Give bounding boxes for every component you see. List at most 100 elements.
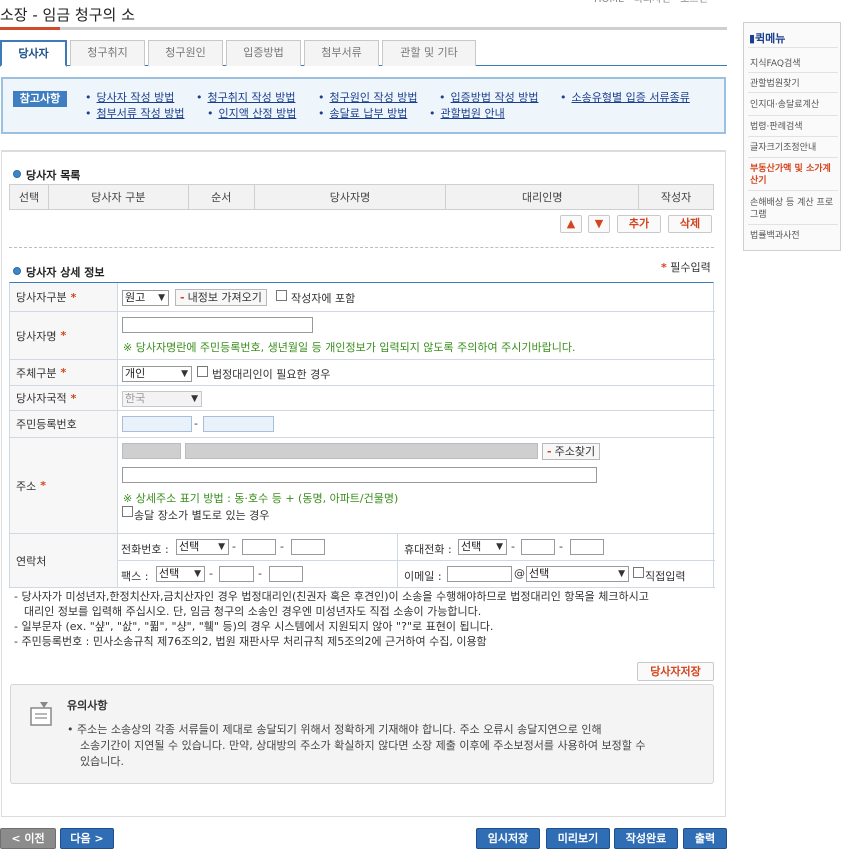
party-name-input[interactable] bbox=[122, 317, 313, 333]
row-address: 주소* -주소찾기 ※ 상세주소 표기 방법 : 동·호수 등 + (동명, 아… bbox=[10, 438, 715, 534]
qm-font-size-guide[interactable]: 글자크기조정안내 bbox=[750, 142, 836, 154]
caution-title: 유의사항 bbox=[67, 697, 107, 713]
qm-faq-search[interactable]: 지식FAQ검색 bbox=[750, 58, 836, 70]
tab-claim-cause[interactable]: 청구원인 bbox=[148, 40, 223, 66]
reference-label: 참고사항 bbox=[13, 91, 67, 107]
qm-law-encyclopedia[interactable]: 법률백과사전 bbox=[750, 230, 836, 242]
col-agent-name: 대리인명 bbox=[446, 185, 639, 210]
note-line-2: 대리인 정보를 입력해 주십시오. 단, 임금 청구의 소송인 경우엔 미성년자… bbox=[24, 605, 481, 618]
save-party-button[interactable]: 당사자저장 bbox=[637, 662, 714, 681]
chevron-down-icon: ▼ bbox=[194, 567, 201, 581]
chevron-down-icon: ▼ bbox=[496, 540, 503, 554]
link-evidence-docs[interactable]: 소송유형별 입증 서류종류 bbox=[560, 89, 690, 105]
link-attachment-guide[interactable]: 첨부서류 작성 방법 bbox=[85, 105, 184, 121]
chevron-down-icon: ▼ bbox=[595, 217, 603, 230]
resident-no-back-input[interactable] bbox=[203, 416, 274, 432]
include-author-label: 작성자에 포함 bbox=[291, 290, 355, 306]
legal-rep-checkbox[interactable] bbox=[197, 366, 208, 377]
qm-property-calculator[interactable]: 부동산가액 및 소가계산기 bbox=[750, 163, 836, 187]
load-my-info-button[interactable]: -내정보 가져오기 bbox=[175, 289, 267, 306]
mobile-dash-1: - bbox=[511, 540, 515, 553]
label-party-name: 당사자명* bbox=[10, 312, 118, 359]
fax-mid-input[interactable] bbox=[219, 566, 254, 582]
delivery-place-checkbox[interactable] bbox=[122, 506, 133, 517]
party-name-note: ※ 당사자명란에 주민등록번호, 생년월일 등 개인정보가 입력되지 않도록 주… bbox=[123, 339, 575, 355]
delivery-place-label: 송달 장소가 별도로 있는 경우 bbox=[134, 507, 269, 523]
qm-fee-calculator[interactable]: 인지대·송달료계산 bbox=[750, 99, 836, 111]
include-author-checkbox[interactable] bbox=[276, 290, 287, 301]
move-down-button[interactable]: ▼ bbox=[588, 215, 610, 233]
required-legend: * 필수입력 bbox=[661, 259, 711, 275]
qm-law-search[interactable]: 법령·판례검색 bbox=[750, 121, 836, 133]
qm-court-finder[interactable]: 관할법원찾기 bbox=[750, 78, 836, 90]
label-party-type: 당사자구분* bbox=[10, 283, 118, 311]
email-direct-checkbox[interactable] bbox=[633, 567, 644, 578]
quick-menu-title: ▮퀵메뉴 bbox=[749, 30, 785, 46]
link-party-guide[interactable]: 당사자 작성 방법 bbox=[85, 89, 174, 105]
email-domain-select[interactable]: 선택▼ bbox=[526, 566, 629, 582]
complete-button[interactable]: 작성완료 bbox=[614, 828, 678, 849]
top-utility-nav: HOME · 나의사건 · 로그인 bbox=[594, 0, 734, 6]
label-address: 주소* bbox=[10, 438, 118, 533]
caution-line-1: • 주소는 소송상의 각종 서류들이 제대로 송달되기 위해서 정확하게 기재해… bbox=[67, 721, 602, 737]
phone-mid-input[interactable] bbox=[242, 539, 276, 555]
chevron-down-icon: ▼ bbox=[191, 392, 198, 406]
next-button[interactable]: 다음 > bbox=[60, 828, 114, 849]
tab-jurisdiction[interactable]: 관할 및 기타 bbox=[382, 40, 476, 66]
nationality-select[interactable]: 한국▼ bbox=[122, 391, 202, 407]
row-resident-no: 주민등록번호 - bbox=[10, 411, 715, 438]
qm-damages-calculator[interactable]: 손해배상 등 계산 프로그램 bbox=[750, 197, 836, 221]
email-id-input[interactable] bbox=[447, 566, 512, 582]
entity-type-select[interactable]: 개인▼ bbox=[122, 366, 192, 382]
mobile-prefix-select[interactable]: 선택▼ bbox=[458, 539, 507, 555]
tab-claim-purpose[interactable]: 청구취지 bbox=[70, 40, 145, 66]
fax-area-select[interactable]: 선택▼ bbox=[156, 566, 205, 582]
quick-menu: ▮퀵메뉴 지식FAQ검색 관할법원찾기 인지대·송달료계산 법령·판례검색 글자… bbox=[743, 22, 841, 251]
base-address-input[interactable] bbox=[185, 443, 538, 459]
mobile-last-input[interactable] bbox=[570, 539, 604, 555]
temp-save-button[interactable]: 임시저장 bbox=[476, 828, 540, 849]
row-nationality: 당사자국적* 한국▼ bbox=[10, 386, 715, 411]
party-list-title: 당사자 목록 bbox=[13, 167, 80, 183]
address-note: ※ 상세주소 표기 방법 : 동·호수 등 + (동명, 아파트/건물명) bbox=[123, 490, 398, 506]
chevron-down-icon: ▼ bbox=[618, 567, 625, 581]
phone-last-input[interactable] bbox=[291, 539, 325, 555]
page-title: 소장 - 임금 청구의 소 bbox=[0, 4, 135, 25]
row-contact: 연락처 전화번호 : 선택▼ - - 휴대전화 : 선택▼ - - 팩스 : 선… bbox=[10, 534, 715, 588]
tab-party[interactable]: 당사자 bbox=[0, 40, 67, 67]
row-entity-type: 주체구분* 개인▼ 법정대리인이 필요한 경우 bbox=[10, 360, 715, 386]
tab-evidence[interactable]: 입증방법 bbox=[226, 40, 301, 66]
mobile-mid-input[interactable] bbox=[521, 539, 555, 555]
label-entity-type: 주체구분* bbox=[10, 360, 118, 385]
print-button[interactable]: 출력 bbox=[683, 828, 727, 849]
col-party-name: 당사자명 bbox=[254, 185, 446, 210]
party-type-select[interactable]: 원고▼ bbox=[122, 290, 169, 306]
fax-last-input[interactable] bbox=[269, 566, 303, 582]
email-direct-label: 직접입력 bbox=[645, 568, 685, 584]
phone-area-select[interactable]: 선택▼ bbox=[176, 539, 229, 555]
caution-line-2: 소송기간이 지연될 수 있습니다. 만약, 상대방의 주소가 확실하지 않다면 … bbox=[80, 737, 645, 753]
col-order: 순서 bbox=[188, 185, 254, 210]
link-stamp-fee[interactable]: 인지액 산정 방법 bbox=[207, 105, 296, 121]
tab-attachments[interactable]: 첨부서류 bbox=[304, 40, 379, 66]
resident-no-front-input[interactable] bbox=[122, 416, 192, 432]
link-delivery-fee[interactable]: 송달료 납부 방법 bbox=[318, 105, 407, 121]
delete-button[interactable]: 삭제 bbox=[668, 215, 712, 233]
zipcode-input[interactable] bbox=[122, 443, 181, 459]
link-evidence-guide[interactable]: 입증방법 작성 방법 bbox=[439, 89, 538, 105]
prev-button[interactable]: < 이전 bbox=[0, 828, 56, 849]
add-button[interactable]: 추가 bbox=[617, 215, 661, 233]
contact-col-divider bbox=[397, 534, 398, 587]
mobile-dash-2: - bbox=[559, 540, 563, 553]
move-up-button[interactable]: ▲ bbox=[560, 215, 582, 233]
link-court-guide[interactable]: 관할법원 안내 bbox=[429, 105, 505, 121]
chevron-down-icon: ▼ bbox=[158, 291, 165, 305]
link-claim-purpose-guide[interactable]: 청구취지 작성 방법 bbox=[196, 89, 295, 105]
phone-label: 전화번호 : bbox=[121, 541, 169, 557]
link-claim-cause-guide[interactable]: 청구원인 작성 방법 bbox=[318, 89, 417, 105]
note-line-4: - 주민등록번호 : 민사소송규칙 제76조의2, 법원 재판사무 처리규칙 제… bbox=[14, 635, 487, 648]
preview-button[interactable]: 미리보기 bbox=[546, 828, 610, 849]
party-detail-form: 당사자구분* 원고▼ -내정보 가져오기 작성자에 포함 당사자명* ※ 당사자… bbox=[9, 282, 714, 588]
address-search-button[interactable]: -주소찾기 bbox=[542, 443, 600, 460]
detail-address-input[interactable] bbox=[122, 467, 597, 483]
